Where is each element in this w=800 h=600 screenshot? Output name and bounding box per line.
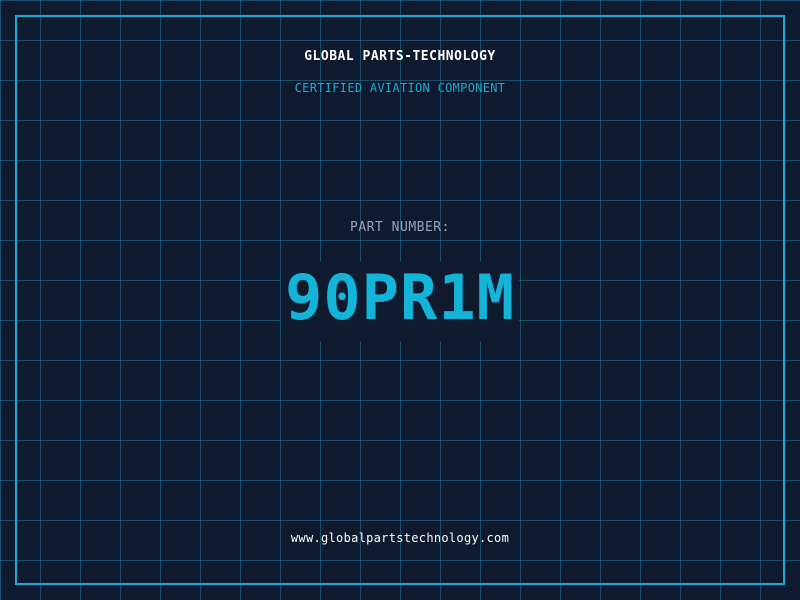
part-number-label: PART NUMBER:	[350, 220, 450, 235]
part-number-value: 90PR1M	[281, 262, 519, 342]
part-number-container: 90PR1M	[0, 262, 800, 342]
certification-subtitle: CERTIFIED AVIATION COMPONENT	[294, 81, 506, 95]
website-url[interactable]: www.globalpartstechnology.com	[0, 531, 800, 545]
label-card: GLOBAL PARTS-TECHNOLOGY CERTIFIED AVIATI…	[0, 0, 800, 600]
company-name: GLOBAL PARTS-TECHNOLOGY	[304, 49, 496, 64]
